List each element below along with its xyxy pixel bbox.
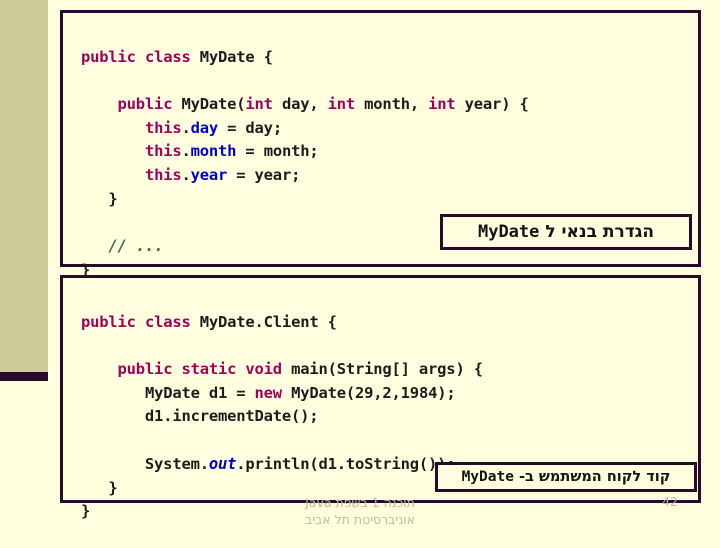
code-line: public class MyDate { — [81, 47, 273, 66]
keyword-this: this — [144, 166, 182, 185]
keyword-public: public — [117, 95, 173, 114]
code-line: public MyDate(int day, int month, int ye… — [117, 95, 529, 114]
param-year: year — [464, 95, 502, 114]
callout-constructor-code: MyDate — [477, 222, 540, 242]
constructor-args: 29,2,1984 — [355, 383, 438, 402]
callout-client-text: קוד לקוח המשתמש ב- — [519, 469, 671, 485]
keyword-int: int — [327, 95, 356, 114]
keyword-public: public — [81, 47, 136, 66]
keyword-static: static — [181, 360, 237, 379]
code-line: this.year = year; — [144, 166, 301, 185]
param-day: day — [245, 118, 273, 137]
code-line: public static void main(String[] args) { — [117, 360, 484, 379]
footer-line-course: תוכנה 1 בשפת Java — [0, 494, 720, 511]
page-number: 42 — [662, 494, 678, 509]
keyword-int: int — [428, 95, 456, 114]
code-line: d1.incrementDate(); — [81, 407, 319, 426]
keyword-int: int — [245, 95, 273, 114]
field-day: day — [190, 118, 219, 137]
keyword-class: class — [144, 47, 191, 66]
param-month: month — [263, 142, 310, 161]
param-year: year — [254, 166, 292, 185]
code-line: MyDate d1 = new MyDate(29,2,1984); — [144, 383, 456, 402]
callout-client-code: MyDate — [461, 469, 514, 485]
code-line: this.month = month; — [144, 142, 319, 161]
keyword-class: class — [144, 312, 191, 331]
callout-constructor-definition: הגדרת בנאי ל MyDate — [440, 214, 692, 250]
param-day: day — [281, 95, 310, 114]
code-line: public class MyDate.Client { — [81, 312, 337, 331]
footer-line-university: אוניברסיטת תל אביב — [305, 512, 415, 527]
keyword-this: this — [144, 142, 182, 161]
keyword-new: new — [254, 383, 283, 402]
code-comment: // ... — [108, 237, 164, 256]
callout-client-code: קוד לקוח המשתמש ב- MyDate — [435, 462, 697, 492]
left-decorative-band — [0, 0, 48, 372]
code-line: this.day = day; — [144, 118, 282, 137]
keyword-this: this — [144, 118, 182, 137]
field-month: month — [190, 142, 237, 161]
field-year: year — [190, 166, 228, 185]
left-band-rule — [0, 372, 48, 381]
type-name: MyDate — [144, 383, 200, 402]
footer-course-language: Java — [305, 495, 332, 510]
type-name: MyDate — [199, 47, 255, 66]
class-name: MyDate.Client — [199, 312, 319, 331]
constructor-name: MyDate — [181, 95, 237, 114]
param-month: month — [364, 95, 410, 114]
code-line: } — [81, 189, 118, 208]
callout-constructor-text: הגדרת בנאי ל — [545, 222, 655, 242]
type-name: MyDate — [291, 383, 346, 402]
footer-course-hebrew: תוכנה 1 בשפת — [335, 495, 415, 510]
system-out-field: out — [208, 454, 237, 473]
keyword-void: void — [245, 360, 282, 379]
keyword-public: public — [117, 360, 173, 379]
slide-footer: תוכנה 1 בשפת Java אוניברסיטת תל אביב — [0, 494, 720, 528]
keyword-public: public — [81, 312, 136, 331]
